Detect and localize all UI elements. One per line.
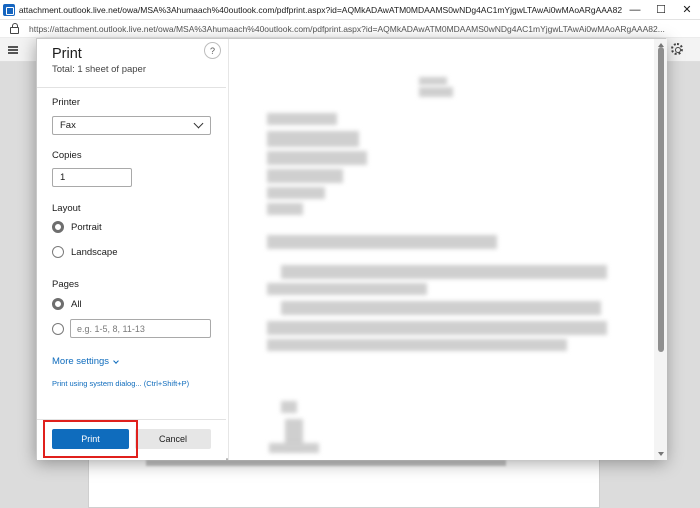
print-dialog: Print Total: 1 sheet of paper ? Printer … <box>36 38 667 460</box>
list-icon[interactable] <box>8 46 18 54</box>
window-controls: — ☐ ✕ <box>622 0 700 20</box>
blurred-text <box>267 151 367 165</box>
system-dialog-link[interactable]: Print using system dialog... (Ctrl+Shift… <box>52 379 189 388</box>
portrait-radio[interactable] <box>52 221 64 233</box>
lock-icon[interactable] <box>10 23 19 34</box>
blurred-text <box>281 301 601 315</box>
blurred-text <box>267 235 497 249</box>
browser-app-icon <box>3 3 15 16</box>
custom-range-radio[interactable] <box>52 323 64 335</box>
preview-page <box>229 39 649 460</box>
portrait-label: Portrait <box>71 222 102 233</box>
print-preview <box>228 39 667 460</box>
printer-select[interactable]: Fax <box>52 116 211 135</box>
printer-label: Printer <box>52 97 80 108</box>
blurred-text <box>281 401 297 413</box>
blurred-text <box>269 443 319 453</box>
gear-icon[interactable] <box>671 43 683 55</box>
landscape-label: Landscape <box>71 247 118 258</box>
pages-label: Pages <box>52 279 79 290</box>
copies-input[interactable] <box>52 168 132 187</box>
blurred-text <box>267 169 343 183</box>
scroll-down-icon[interactable] <box>658 452 664 456</box>
more-settings-link[interactable]: More settings <box>52 356 119 367</box>
blurred-text <box>267 321 607 335</box>
maximize-icon[interactable]: ☐ <box>648 0 674 20</box>
window-titlebar: attachment.outlook.live.net/owa/MSA%3Ahu… <box>0 0 700 20</box>
print-title: Print <box>52 46 82 62</box>
blurred-text <box>267 187 325 199</box>
scrollbar-thumb[interactable] <box>658 47 664 352</box>
chevron-down-icon <box>193 118 204 129</box>
blurred-text <box>267 113 337 125</box>
header-divider <box>37 87 226 88</box>
print-button-highlight <box>43 420 138 458</box>
blurred-text <box>267 283 427 295</box>
layout-label: Layout <box>52 203 81 214</box>
sheet-count: Total: 1 sheet of paper <box>52 64 147 75</box>
all-pages-label: All <box>71 299 82 310</box>
copies-label: Copies <box>52 150 82 161</box>
blurred-text <box>267 131 359 147</box>
blurred-header <box>419 77 447 85</box>
window-title: attachment.outlook.live.net/owa/MSA%3Ahu… <box>18 4 622 15</box>
landscape-radio[interactable] <box>52 246 64 258</box>
minimize-icon[interactable]: — <box>622 0 648 20</box>
print-settings-panel: Print Total: 1 sheet of paper ? Printer … <box>37 39 226 460</box>
chevron-down-icon <box>113 357 119 364</box>
blurred-text <box>267 339 567 351</box>
blurred-text <box>281 265 607 279</box>
blurred-header <box>419 87 453 97</box>
address-bar: https://attachment.outlook.live.net/owa/… <box>0 20 700 38</box>
all-pages-radio[interactable] <box>52 298 64 310</box>
close-icon[interactable]: ✕ <box>674 0 700 20</box>
printer-selected-value: Fax <box>60 120 76 131</box>
blurred-text <box>267 203 303 215</box>
background-blurred-text <box>146 460 506 466</box>
page-range-input[interactable] <box>70 319 211 338</box>
more-settings-label: More settings <box>52 356 110 367</box>
question-icon: ? <box>209 45 215 56</box>
url-text[interactable]: https://attachment.outlook.live.net/owa/… <box>29 24 697 34</box>
cancel-button[interactable]: Cancel <box>135 429 211 449</box>
help-button[interactable]: ? <box>204 42 221 59</box>
